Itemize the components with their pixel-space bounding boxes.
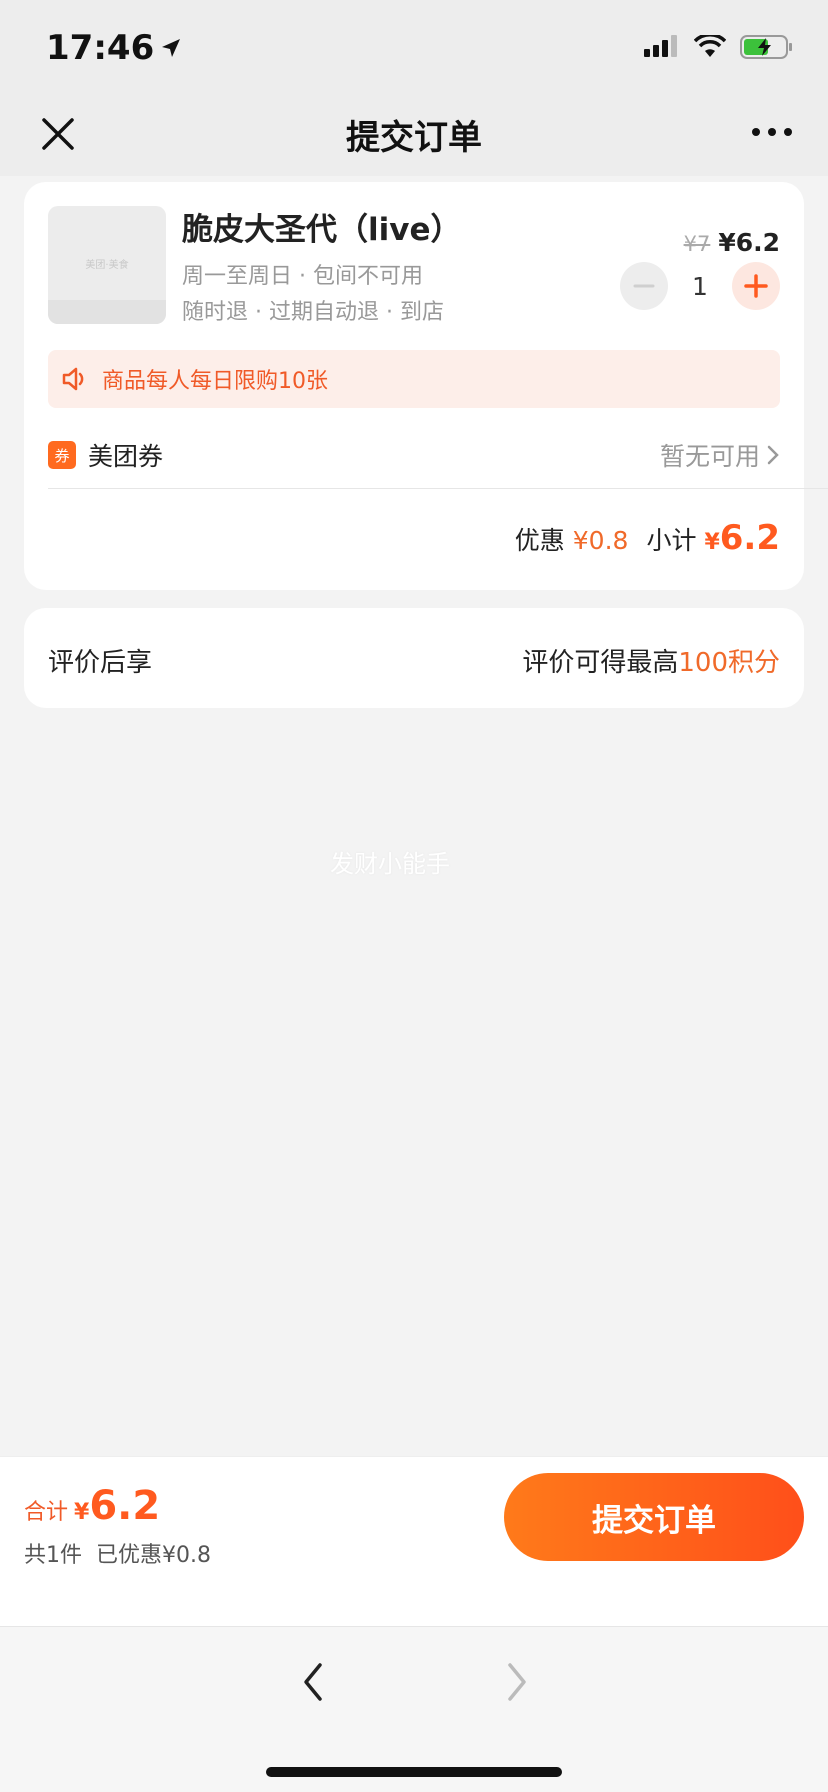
total-amount: 6.2	[89, 1483, 161, 1529]
review-reward-points: 100积分	[678, 648, 780, 678]
forward-icon[interactable]	[498, 1657, 534, 1707]
battery-charging-icon	[740, 35, 792, 59]
coupon-status-text: 暂无可用	[659, 442, 760, 471]
review-reward-card: 评价后享 评价可得最高100积分	[24, 608, 804, 708]
purchase-limit-text: 商品每人每日限购10张	[102, 369, 328, 394]
location-arrow-icon	[162, 39, 181, 57]
signal-icon	[644, 35, 677, 57]
browser-nav	[0, 1626, 828, 1792]
subtotal-currency: ¥	[704, 530, 720, 555]
review-reward-value: 评价可得最高100积分	[522, 642, 780, 679]
review-reward-label: 评价后享	[48, 648, 153, 678]
more-icon[interactable]	[750, 122, 794, 142]
status-time: 17:46	[46, 28, 182, 68]
discount-value: ¥0.8	[572, 526, 629, 555]
submit-bar: 合计 ¥ 6.2 共1件 已优惠¥0.8 提交订单	[0, 1456, 828, 1626]
product-card: 美团·美食 脆皮大圣代（live） 周一至周日 · 包间不可用 随时退 · 过期…	[24, 182, 828, 590]
coupon-row[interactable]: 券 美团券 暂无可用	[48, 430, 780, 480]
speaker-icon	[62, 367, 84, 391]
product-name: 脆皮大圣代（live）	[182, 212, 462, 248]
status-icons	[644, 34, 794, 60]
back-icon[interactable]	[296, 1657, 332, 1707]
subtotal-row: 优惠 ¥0.8 小计 ¥ 6.2	[515, 518, 780, 558]
divider	[48, 488, 828, 489]
status-bar: 17:46	[0, 0, 828, 96]
product-meta-refund: 随时退 · 过期自动退 · 到店	[182, 300, 444, 325]
chevron-right-icon	[767, 445, 779, 465]
coupon-label: 美团券	[88, 442, 164, 471]
saved-amount: 已优惠¥0.8	[96, 1543, 211, 1568]
thumbnail-band	[48, 300, 166, 324]
wifi-icon	[694, 35, 726, 57]
original-price: ¥7	[683, 232, 711, 256]
plus-icon	[744, 274, 768, 298]
current-price: ¥6.2	[718, 228, 780, 257]
increase-quantity-button[interactable]	[732, 262, 780, 310]
page-title: 提交订单	[346, 118, 482, 158]
price-row: ¥7 ¥6.2	[684, 228, 780, 257]
total-currency: ¥	[74, 1500, 90, 1525]
home-indicator[interactable]	[266, 1767, 562, 1777]
product-meta-usage: 周一至周日 · 包间不可用	[182, 264, 423, 289]
subtotal-amount: 6.2	[719, 518, 780, 558]
product-thumbnail[interactable]: 美团·美食	[48, 206, 166, 324]
coupon-status: 暂无可用	[660, 437, 780, 473]
total-line: 合计 ¥ 6.2	[24, 1483, 160, 1529]
discount-label: 优惠	[514, 526, 565, 555]
review-reward-text: 评价可得最高	[522, 648, 679, 678]
item-count: 共1件	[24, 1543, 82, 1568]
submit-order-button[interactable]: 提交订单	[504, 1473, 804, 1561]
decrease-quantity-button[interactable]	[620, 262, 668, 310]
minus-icon	[633, 284, 655, 288]
quantity-value: 1	[692, 271, 708, 301]
nav-bar: 提交订单	[0, 96, 828, 176]
thumbnail-placeholder-text: 美团·美食	[85, 260, 129, 271]
total-summary: 共1件 已优惠¥0.8	[24, 1537, 211, 1569]
quantity-stepper: 1	[620, 262, 780, 310]
purchase-limit-banner: 商品每人每日限购10张	[48, 350, 780, 408]
total-label: 合计	[24, 1500, 69, 1525]
status-time-text: 17:46	[46, 28, 155, 68]
watermark: 发财小能手	[330, 850, 450, 878]
subtotal-label: 小计	[646, 526, 697, 555]
coupon-badge: 券	[48, 441, 76, 469]
